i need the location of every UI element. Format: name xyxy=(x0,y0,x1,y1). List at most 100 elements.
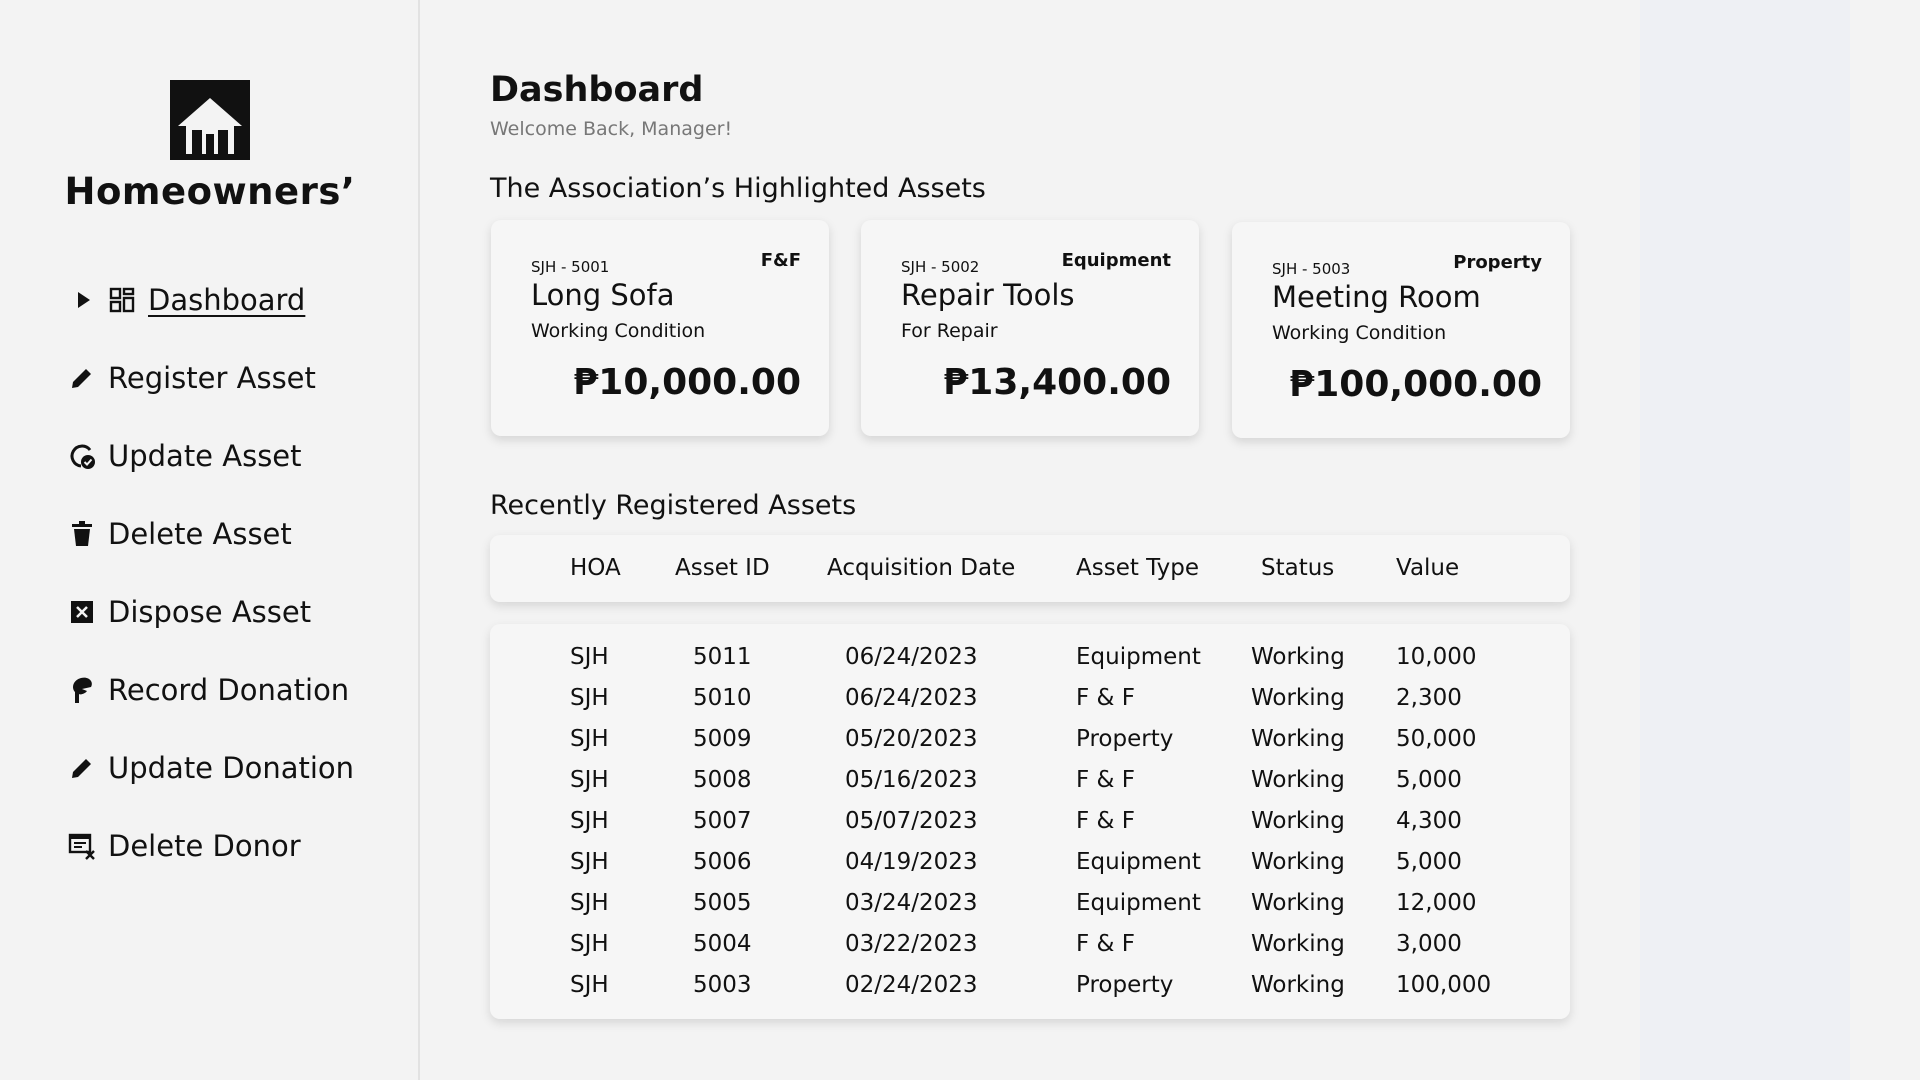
active-caret-icon xyxy=(78,292,90,308)
cell-asset-type: Equipment xyxy=(1076,849,1201,875)
table-row[interactable]: SJH 5008 05/16/2023 F & F Working 5,000 xyxy=(490,767,1570,808)
cell-hoa: SJH xyxy=(570,890,609,916)
trash-icon xyxy=(68,520,96,548)
cell-asset-type: Property xyxy=(1076,972,1174,998)
nav-update-asset[interactable]: Update Asset xyxy=(68,434,302,478)
cell-acquisition-date: 05/20/2023 xyxy=(845,726,978,752)
nav-delete-asset[interactable]: Delete Asset xyxy=(68,512,292,556)
column-header-status[interactable]: Status xyxy=(1261,555,1334,581)
refresh-check-icon xyxy=(68,442,96,470)
nav-record-donation[interactable]: Record Donation xyxy=(68,668,349,712)
cell-asset-id: 5010 xyxy=(693,685,752,711)
cell-hoa: SJH xyxy=(570,767,609,793)
cell-acquisition-date: 05/07/2023 xyxy=(845,808,978,834)
sidebar: Homeowners’ Dashboard Register Asset Upd… xyxy=(0,0,420,1080)
recent-assets-title: Recently Registered Assets xyxy=(490,490,857,521)
asset-card-type: F&F xyxy=(760,250,801,271)
column-header-asset-id[interactable]: Asset ID xyxy=(675,555,770,581)
nav-dashboard[interactable]: Dashboard xyxy=(108,278,305,322)
cell-asset-type: F & F xyxy=(1076,767,1136,793)
cell-hoa: SJH xyxy=(570,931,609,957)
asset-card-name: Meeting Room xyxy=(1272,280,1481,314)
page-title: Dashboard xyxy=(490,70,704,110)
page-subtitle: Welcome Back, Manager! xyxy=(490,118,733,140)
nav-dispose-asset[interactable]: Dispose Asset xyxy=(68,590,311,634)
right-panel-background xyxy=(1640,0,1850,1080)
cell-status: Working xyxy=(1251,931,1345,957)
cell-asset-id: 5007 xyxy=(693,808,752,834)
cell-hoa: SJH xyxy=(570,849,609,875)
nav-label: Update Donation xyxy=(108,751,355,785)
cell-asset-type: Equipment xyxy=(1076,890,1201,916)
cell-acquisition-date: 06/24/2023 xyxy=(845,685,978,711)
cell-value: 3,000 xyxy=(1396,931,1462,957)
column-header-asset-type[interactable]: Asset Type xyxy=(1076,555,1199,581)
cell-acquisition-date: 05/16/2023 xyxy=(845,767,978,793)
cell-status: Working xyxy=(1251,808,1345,834)
list-x-icon xyxy=(68,832,96,860)
table-row[interactable]: SJH 5010 06/24/2023 F & F Working 2,300 xyxy=(490,685,1570,726)
cell-status: Working xyxy=(1251,890,1345,916)
cell-value: 2,300 xyxy=(1396,685,1462,711)
asset-card-id: SJH - 5003 xyxy=(1272,260,1351,278)
house-logo-icon xyxy=(170,80,250,160)
cell-value: 4,300 xyxy=(1396,808,1462,834)
asset-card-condition: For Repair xyxy=(901,320,998,342)
nav-label: Update Asset xyxy=(108,439,302,473)
dashboard-icon xyxy=(108,286,136,314)
asset-card[interactable]: SJH - 5002 Equipment Repair Tools For Re… xyxy=(861,220,1199,436)
cell-acquisition-date: 02/24/2023 xyxy=(845,972,978,998)
table-row[interactable]: SJH 5005 03/24/2023 Equipment Working 12,000 xyxy=(490,890,1570,931)
cell-value: 100,000 xyxy=(1396,972,1492,998)
cell-status: Working xyxy=(1251,972,1345,998)
cell-hoa: SJH xyxy=(570,972,609,998)
x-box-icon xyxy=(68,598,96,626)
cell-hoa: SJH xyxy=(570,726,609,752)
cell-hoa: SJH xyxy=(570,644,609,670)
table-row[interactable]: SJH 5007 05/07/2023 F & F Working 4,300 xyxy=(490,808,1570,849)
nav-label: Dashboard xyxy=(148,283,306,317)
asset-card-value: ₱13,400.00 xyxy=(943,362,1171,403)
asset-card-type: Equipment xyxy=(1061,250,1171,271)
nav-register-asset[interactable]: Register Asset xyxy=(68,356,316,400)
column-header-acquisition-date[interactable]: Acquisition Date xyxy=(827,555,1015,581)
column-header-value[interactable]: Value xyxy=(1396,555,1459,581)
asset-card-value: ₱10,000.00 xyxy=(573,362,801,403)
cell-value: 5,000 xyxy=(1396,767,1462,793)
table-row[interactable]: SJH 5006 04/19/2023 Equipment Working 5,000 xyxy=(490,849,1570,890)
cell-status: Working xyxy=(1251,849,1345,875)
cell-status: Working xyxy=(1251,685,1345,711)
table-row[interactable]: SJH 5003 02/24/2023 Property Working 100,000 xyxy=(490,972,1570,1013)
asset-card-type: Property xyxy=(1453,252,1542,273)
cell-status: Working xyxy=(1251,726,1345,752)
asset-card-name: Long Sofa xyxy=(531,278,675,312)
nav-update-donation[interactable]: Update Donation xyxy=(68,746,354,790)
hand-icon xyxy=(68,676,96,704)
cell-asset-type: Equipment xyxy=(1076,644,1201,670)
pencil-icon xyxy=(68,364,96,392)
cell-asset-type: F & F xyxy=(1076,931,1136,957)
cell-hoa: SJH xyxy=(570,808,609,834)
table-row[interactable]: SJH 5004 03/22/2023 F & F Working 3,000 xyxy=(490,931,1570,972)
cell-value: 10,000 xyxy=(1396,644,1477,670)
table-header: HOA Asset ID Acquisition Date Asset Type… xyxy=(490,535,1570,602)
cell-hoa: SJH xyxy=(570,685,609,711)
column-header-hoa[interactable]: HOA xyxy=(570,555,621,581)
asset-card[interactable]: SJH - 5001 F&F Long Sofa Working Conditi… xyxy=(491,220,829,436)
cell-asset-id: 5006 xyxy=(693,849,752,875)
nav-label: Delete Donor xyxy=(108,829,301,863)
asset-card-id: SJH - 5001 xyxy=(531,258,610,276)
table-row[interactable]: SJH 5009 05/20/2023 Property Working 50,000 xyxy=(490,726,1570,767)
asset-card[interactable]: SJH - 5003 Property Meeting Room Working… xyxy=(1232,222,1570,438)
nav-label: Register Asset xyxy=(108,361,316,395)
nav-label: Dispose Asset xyxy=(108,595,312,629)
asset-card-condition: Working Condition xyxy=(1272,322,1447,344)
nav-delete-donor[interactable]: Delete Donor xyxy=(68,824,301,868)
cell-asset-type: F & F xyxy=(1076,808,1136,834)
cell-value: 5,000 xyxy=(1396,849,1462,875)
cell-asset-type: F & F xyxy=(1076,685,1136,711)
asset-card-id: SJH - 5002 xyxy=(901,258,980,276)
cell-status: Working xyxy=(1251,644,1345,670)
table-row[interactable]: SJH 5011 06/24/2023 Equipment Working 10,000 xyxy=(490,644,1570,685)
cell-acquisition-date: 03/22/2023 xyxy=(845,931,978,957)
